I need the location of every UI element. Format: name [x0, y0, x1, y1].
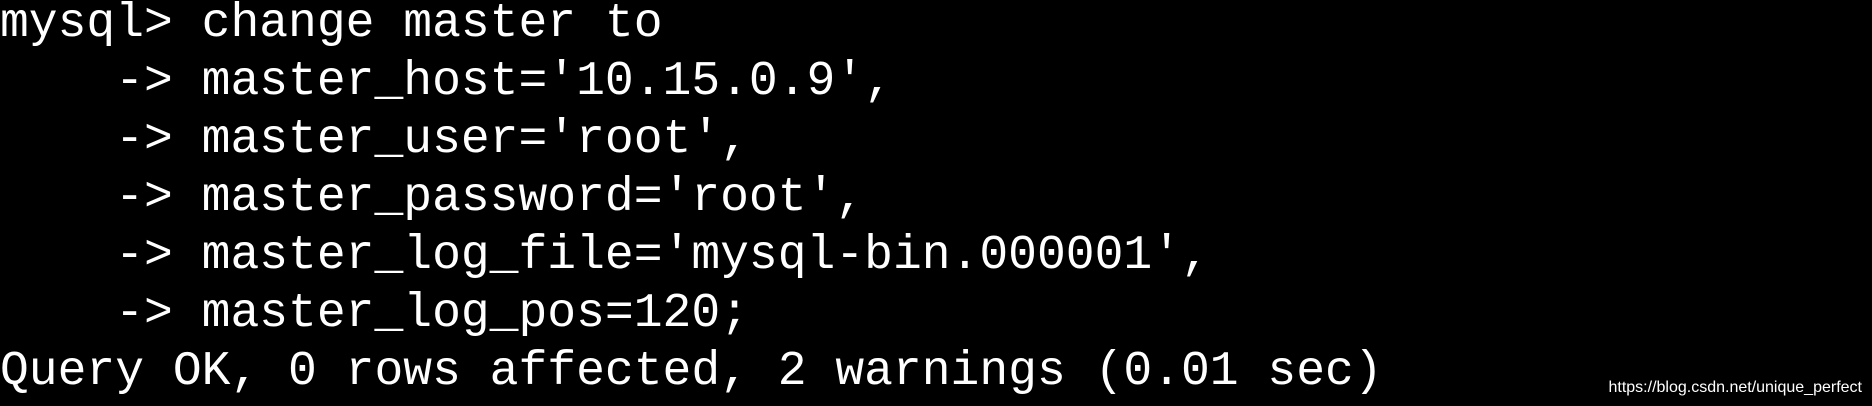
terminal-line-query-result: Query OK, 0 rows affected, 2 warnings (0…: [0, 345, 1383, 399]
terminal-line-master-user: -> master_user='root',: [0, 113, 749, 167]
terminal-window: mysql> change master to -> master_host='…: [0, 0, 1872, 406]
terminal-line-master-log-pos: -> master_log_pos=120;: [0, 287, 749, 341]
terminal-line-command: mysql> change master to: [0, 0, 663, 51]
terminal-line-master-password: -> master_password='root',: [0, 171, 865, 225]
terminal-line-master-log-file: -> master_log_file='mysql-bin.000001',: [0, 229, 1210, 283]
terminal-line-master-host: -> master_host='10.15.0.9',: [0, 55, 893, 109]
watermark-text: https://blog.csdn.net/unique_perfect: [1608, 379, 1862, 396]
